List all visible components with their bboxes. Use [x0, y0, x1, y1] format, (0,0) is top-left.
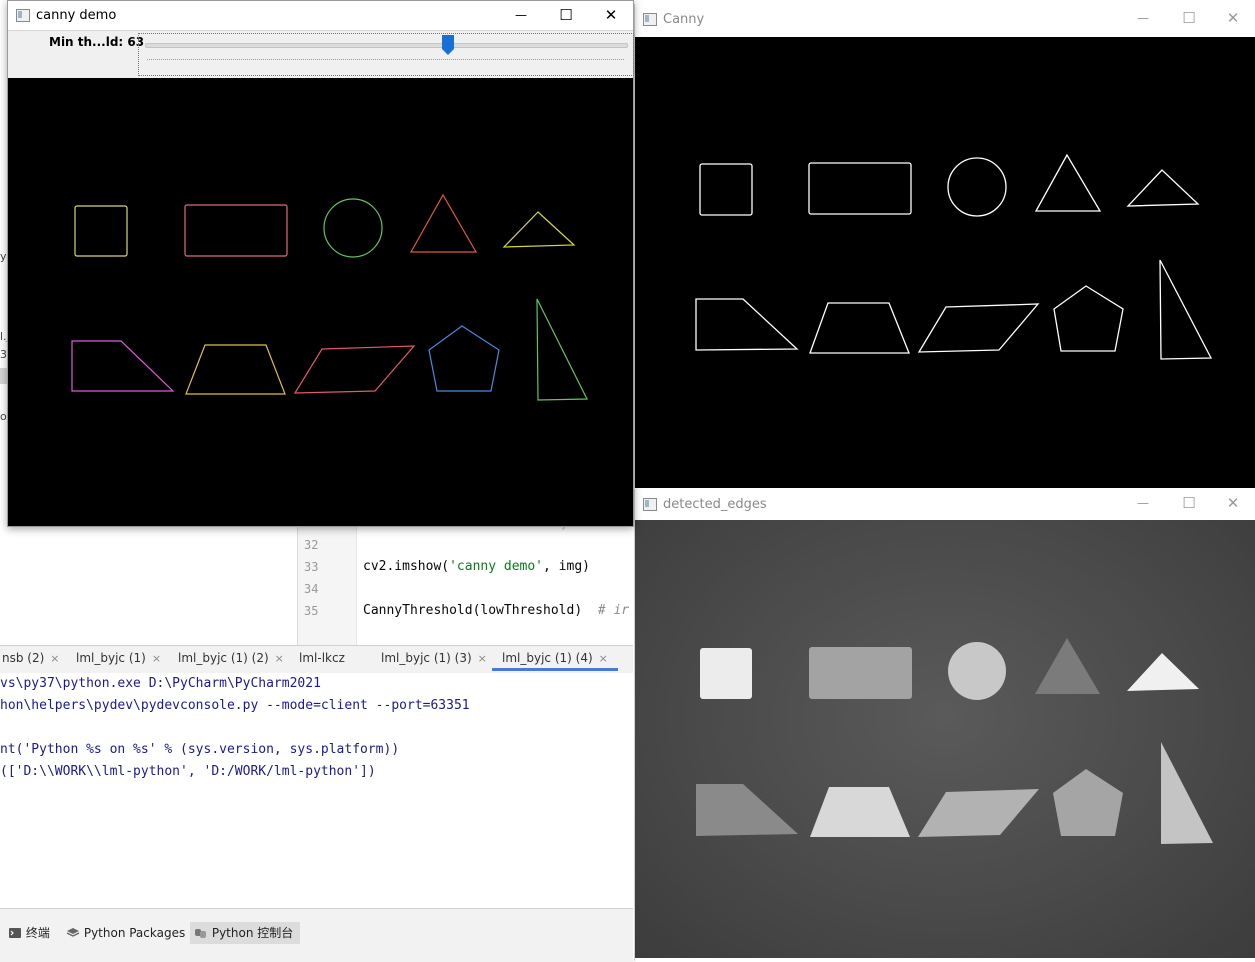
console-tab[interactable]: lml_byjc (1) ×: [76, 651, 161, 665]
color-edge-trapezoid: [185, 344, 286, 395]
color-edge-circle: [323, 198, 383, 258]
close-button[interactable]: ✕: [588, 1, 634, 31]
close-icon[interactable]: ×: [152, 652, 161, 665]
grayscale-shapes: [696, 638, 1213, 844]
console-line: vs\py37\python.exe D:\PyCharm\PyCharm202…: [0, 676, 321, 691]
window-title: detected_edges: [663, 497, 767, 512]
minimize-button[interactable]: —: [1120, 4, 1166, 34]
line-number: 32: [304, 538, 319, 552]
edge-parallelogram: [917, 303, 1040, 353]
minimize-button[interactable]: —: [498, 1, 544, 31]
color-edge-small-triangle: [502, 211, 576, 248]
code-line[interactable]: cv2.imshow('canny demo', img): [363, 559, 590, 574]
edge-triangle: [1034, 153, 1102, 212]
gray-pentagon: [1053, 769, 1123, 836]
canny-demo-titlebar[interactable]: canny demo — ☐ ✕: [8, 1, 633, 30]
window-title: Canny: [663, 12, 705, 27]
console-line: (['D:\\WORK\\lml-python', 'D:/WORK/lml-p…: [0, 764, 376, 779]
console-line: nt('Python %s on %s' % (sys.version, sys…: [0, 742, 400, 757]
canny-titlebar[interactable]: Canny — ☐ ✕: [635, 4, 1255, 36]
edge-right-triangle: [1159, 259, 1213, 360]
console-tab[interactable]: lml_byjc (1) (2) ×: [178, 651, 284, 665]
canny-demo-image: [8, 78, 633, 526]
window-title: canny demo: [36, 8, 117, 23]
gray-parallelogram: [918, 789, 1039, 837]
detected-edges-image: [635, 520, 1255, 958]
gray-rectangle: [809, 647, 912, 699]
edge-trapezoid-right: [695, 298, 799, 351]
detected-edges-titlebar[interactable]: detected_edges — ☐ ✕: [635, 489, 1255, 520]
sidebar-fragment-3: 3: [0, 348, 7, 361]
maximize-button[interactable]: ☐: [543, 1, 589, 31]
packages-icon: [66, 928, 80, 937]
colored-edge-shapes: [71, 193, 588, 401]
tool-window-bar: 终端 Python Packages Python 控制台: [0, 908, 633, 962]
gray-trapezoid-right: [696, 784, 798, 836]
close-icon[interactable]: ×: [50, 652, 59, 665]
canny-window: Canny — ☐ ✕: [634, 4, 1255, 488]
close-icon[interactable]: ×: [478, 652, 487, 665]
edge-square: [699, 163, 753, 216]
console-line: hon\helpers\pydev\pydevconsole.py --mode…: [0, 698, 470, 713]
console-tab[interactable]: lml-lkcz: [299, 651, 345, 665]
gray-square: [700, 648, 752, 699]
python-console-tab[interactable]: Python 控制台: [190, 922, 300, 944]
line-number-gutter: [298, 510, 357, 645]
gray-trapezoid: [810, 787, 910, 837]
color-edge-triangle: [409, 193, 478, 253]
close-icon[interactable]: ×: [275, 652, 284, 665]
slider-ticks: [147, 59, 624, 63]
slider-track: [145, 43, 628, 48]
color-edge-trapezoid-right: [71, 340, 175, 392]
color-edge-square: [74, 205, 128, 257]
canny-demo-window: canny demo — ☐ ✕ Min th...ld: 63: [7, 0, 634, 527]
maximize-button[interactable]: ☐: [1166, 489, 1212, 519]
canny-edge-shapes: [695, 153, 1213, 360]
gray-small-triangle: [1127, 653, 1199, 691]
code-editor[interactable]: 32 33 cv2.imshow('canny demo', img) 34 3…: [297, 510, 634, 645]
trackbar-panel: Min th...ld: 63: [8, 30, 634, 78]
color-edge-rectangle: [184, 204, 288, 257]
gray-triangle: [1035, 638, 1100, 694]
line-number: 35: [304, 604, 319, 618]
edge-rectangle: [808, 162, 912, 215]
trackbar-label: Min th...ld: 63: [49, 35, 145, 49]
edge-small-triangle: [1126, 169, 1200, 207]
minimize-button[interactable]: —: [1120, 489, 1166, 519]
line-number: 33: [304, 560, 319, 574]
python-console-icon: [195, 929, 206, 938]
line-number: 34: [304, 582, 319, 596]
python-packages-tab[interactable]: Python Packages: [62, 922, 191, 944]
console-tab-active[interactable]: lml_byjc (1) (4) ×: [492, 651, 618, 671]
terminal-tab[interactable]: 终端: [4, 922, 56, 944]
close-button[interactable]: ✕: [1210, 4, 1255, 34]
slider-thumb[interactable]: [442, 35, 454, 55]
code-line[interactable]: CannyThreshold(lowThreshold) # ir: [363, 603, 629, 618]
detected-edges-window: detected_edges — ☐ ✕: [634, 489, 1255, 961]
terminal-icon: [9, 928, 21, 938]
color-edge-right-triangle: [536, 298, 588, 401]
window-icon: [16, 9, 30, 22]
canny-edge-image: [635, 37, 1255, 488]
console-tab[interactable]: lml_byjc (1) (3) ×: [381, 651, 487, 665]
python-console-output[interactable]: vs\py37\python.exe D:\PyCharm\PyCharm202…: [0, 673, 633, 908]
threshold-slider[interactable]: [145, 35, 628, 71]
color-edge-parallelogram: [293, 345, 416, 394]
edge-pentagon: [1053, 285, 1124, 352]
sidebar-fragment-1: y: [0, 250, 7, 263]
edge-circle: [947, 157, 1007, 217]
window-icon: [643, 498, 657, 511]
maximize-button[interactable]: ☐: [1166, 4, 1212, 34]
color-edge-pentagon: [428, 325, 500, 392]
console-tab-bar: nsb (2) × lml_byjc (1) × lml_byjc (1) (2) ×…: [0, 645, 633, 674]
console-tab[interactable]: nsb (2) ×: [2, 651, 60, 665]
edge-trapezoid: [809, 302, 910, 354]
close-icon[interactable]: ×: [599, 652, 608, 665]
close-button[interactable]: ✕: [1210, 489, 1255, 519]
window-icon: [643, 13, 657, 26]
gray-right-triangle: [1161, 742, 1213, 844]
gray-circle: [948, 642, 1006, 700]
